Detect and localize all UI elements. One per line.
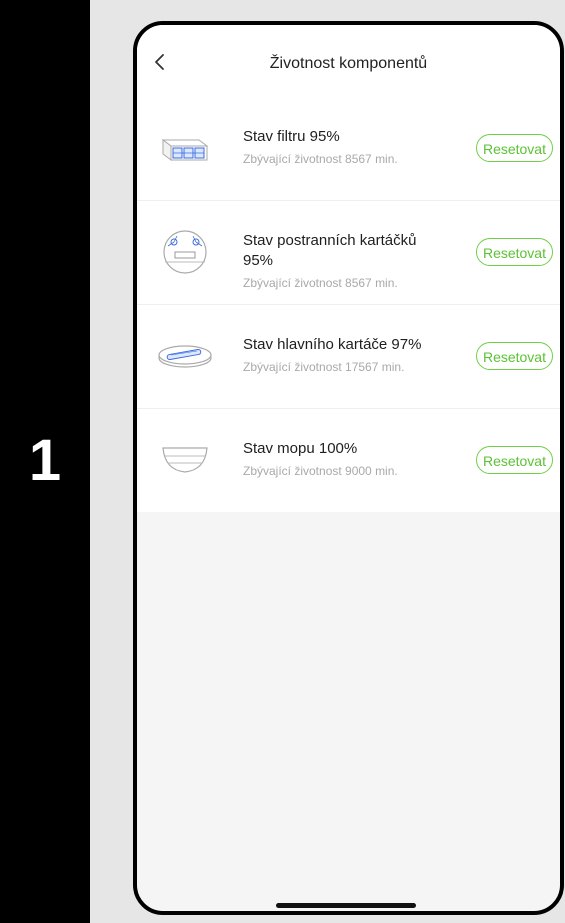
item-text: Stav filtru 95% Zbývající životnost 8567… <box>243 127 443 168</box>
item-title: Stav mopu 100% <box>243 440 358 457</box>
item-subtitle: Zbývající životnost 9000 min. <box>243 464 398 478</box>
reset-filter-button[interactable]: Resetovat <box>475 134 553 162</box>
list-item-side-brush: Stav postranních kartáčků 95% Zbývající … <box>137 201 560 305</box>
item-text: Stav postranních kartáčků 95% Zbývající … <box>243 231 443 292</box>
reset-side-brush-button[interactable]: Resetovat <box>475 238 553 266</box>
item-subtitle: Zbývající životnost 8567 min. <box>243 152 398 166</box>
main-brush-icon <box>158 345 212 368</box>
home-indicator <box>276 903 416 908</box>
item-text: Stav mopu 100% Zbývající životnost 9000 … <box>243 439 443 480</box>
filter-icon <box>161 139 209 161</box>
list-item-main-brush: Stav hlavního kartáče 97% Zbývající živo… <box>137 305 560 409</box>
item-text: Stav hlavního kartáče 97% Zbývající živo… <box>243 335 443 376</box>
component-list: Stav filtru 95% Zbývající životnost 8567… <box>137 97 560 512</box>
item-subtitle: Zbývající životnost 17567 min. <box>243 360 405 374</box>
item-title: Stav filtru 95% <box>243 128 340 145</box>
list-item-mop: Stav mopu 100% Zbývající životnost 9000 … <box>137 409 560 512</box>
item-title: Stav hlavního kartáče 97% <box>243 336 422 353</box>
reset-mop-button[interactable]: Resetovat <box>475 446 553 474</box>
mop-icon <box>162 447 208 473</box>
side-brush-icon <box>163 230 207 274</box>
page-title: Životnost komponentů <box>269 55 428 72</box>
item-subtitle: Zbývající životnost 8567 min. <box>243 276 398 290</box>
phone-frame: Životnost komponentů Stav filtru 95% Zbý… <box>133 21 564 915</box>
nav-bar: Životnost komponentů <box>137 25 560 97</box>
item-title: Stav postranních kartáčků 95% <box>243 232 417 269</box>
list-item-filter: Stav filtru 95% Zbývající životnost 8567… <box>137 97 560 201</box>
step-panel: 1 <box>0 0 90 923</box>
reset-main-brush-button[interactable]: Resetovat <box>475 342 553 370</box>
step-number: 1 <box>28 428 62 493</box>
